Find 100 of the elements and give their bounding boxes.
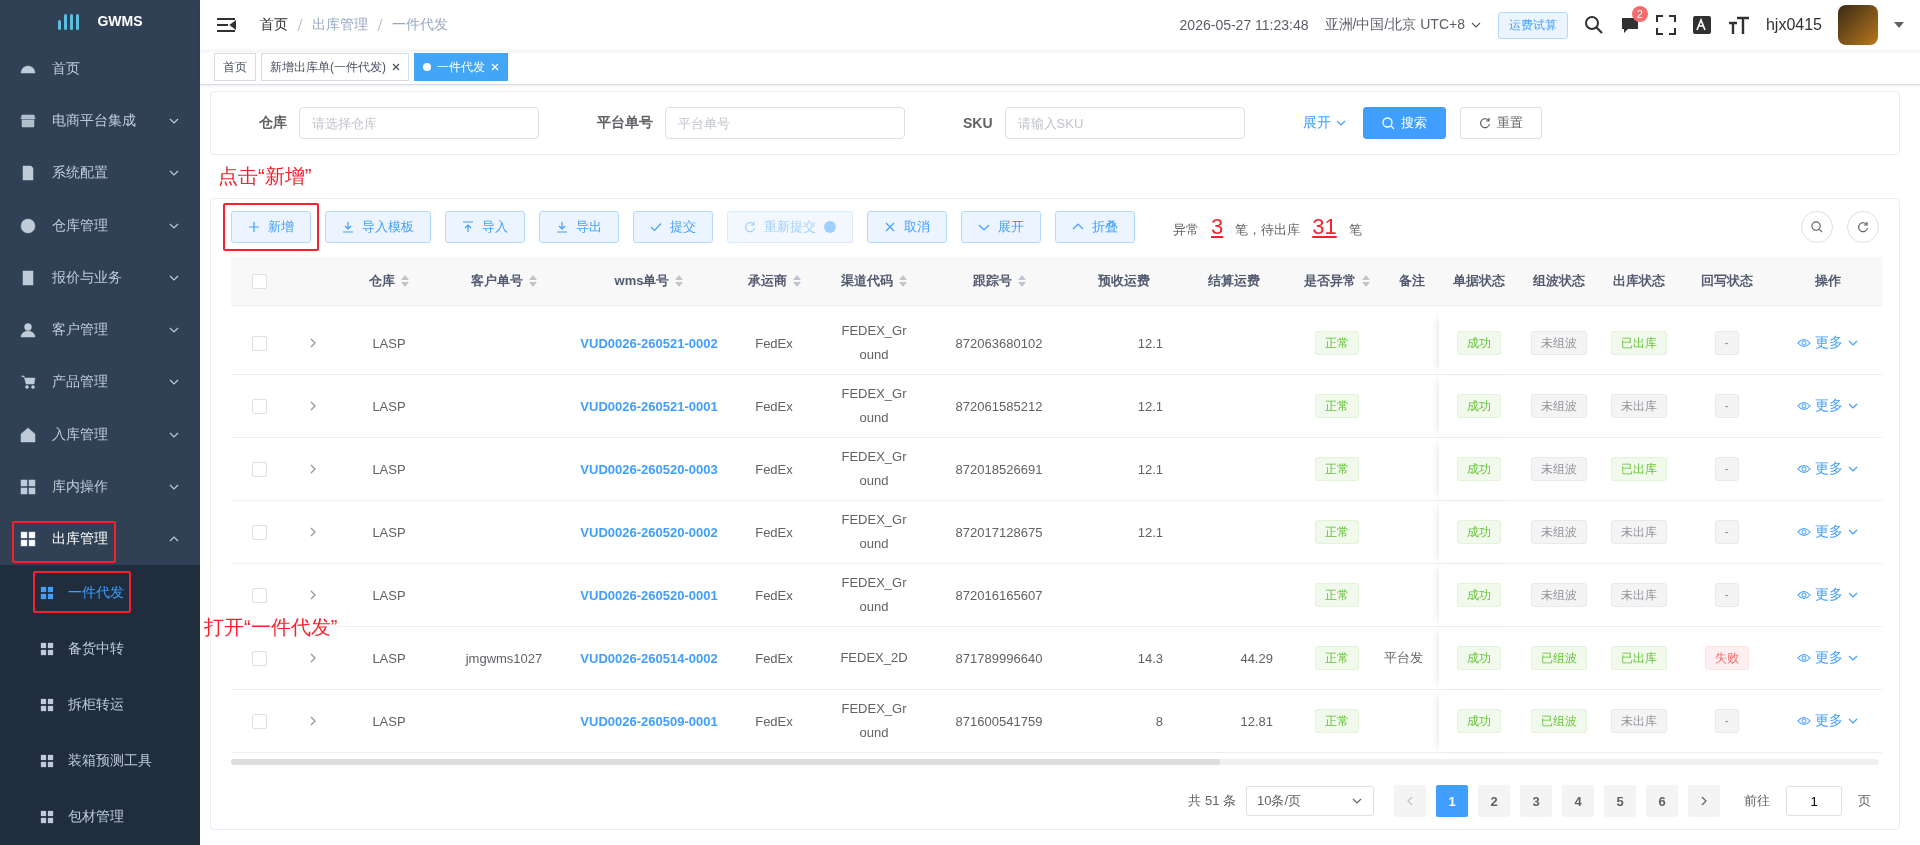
sort-icon[interactable] [1017, 275, 1026, 287]
sidebar-item[interactable]: 库内操作 [0, 460, 200, 513]
page-tab[interactable]: 首页 [214, 53, 256, 81]
more-dropdown[interactable]: 更多 [1797, 523, 1859, 541]
tab-label: 一件代发 [437, 58, 485, 76]
search-input-field[interactable]: 请输入SKU [1004, 107, 1245, 139]
expand-row-icon[interactable] [309, 464, 317, 474]
status-tag: 已组波 [1531, 646, 1587, 670]
submenu-item[interactable]: 拆柜转运 [0, 677, 200, 734]
sidebar-item[interactable]: 出库管理 [0, 512, 200, 566]
page-tab[interactable]: 新增出库单(一件代发) [261, 53, 409, 81]
fullscreen-icon[interactable] [1655, 15, 1676, 35]
sidebar-item[interactable]: 仓库管理 [0, 199, 200, 252]
avatar-photo-placeholder[interactable] [1838, 5, 1878, 45]
search-icon [1381, 116, 1395, 130]
sidebar-item[interactable]: 首页 [0, 42, 200, 96]
row-checkbox[interactable] [251, 524, 267, 540]
caret-icon[interactable] [1894, 22, 1904, 28]
freight-calc-button[interactable]: 运费试算 [1497, 11, 1568, 39]
toolbar-button[interactable]: 展开 [961, 211, 1041, 243]
more-dropdown[interactable]: 更多 [1797, 586, 1859, 604]
username-text[interactable]: hjx0415 [1765, 16, 1822, 34]
sort-icon[interactable] [792, 275, 801, 287]
submenu-item[interactable]: 装箱预测工具 [0, 733, 200, 790]
row-checkbox[interactable] [251, 461, 267, 477]
order-link[interactable]: VUD0026-260520-0003 [580, 461, 718, 477]
expand-row-icon[interactable] [309, 527, 317, 537]
sort-icon[interactable] [1361, 275, 1370, 287]
breadcrumb-separator-icon [297, 18, 303, 32]
translate-icon[interactable] [1691, 15, 1712, 35]
sidebar-item[interactable]: 客户管理 [0, 304, 200, 357]
submenu-item[interactable]: 备货中转 [0, 621, 200, 678]
more-dropdown[interactable]: 更多 [1797, 712, 1859, 730]
close-icon[interactable] [392, 63, 400, 71]
search-icon[interactable] [1583, 15, 1604, 35]
column-header: 操作 [1815, 272, 1841, 290]
toolbar-button[interactable]: 导出 [539, 211, 619, 243]
reset-button[interactable]: 重置 [1459, 107, 1542, 139]
sidebar-item[interactable]: 入库管理 [0, 408, 200, 461]
page-size-select[interactable]: 10条/页 [1246, 786, 1374, 816]
sidebar-item[interactable]: 产品管理 [0, 356, 200, 409]
toolbar-button[interactable]: 取消 [867, 211, 947, 243]
sort-icon[interactable] [899, 275, 907, 287]
table-cell-text: FEDEX_Ground [840, 700, 908, 742]
page-jump-field[interactable]: 1 [1786, 786, 1842, 816]
toolbar-button[interactable]: 提交 [633, 211, 713, 243]
expand-link[interactable]: 展开 [1302, 114, 1347, 132]
table-cell: 871600541759 [955, 713, 1043, 729]
toolbar-button[interactable]: 新增 [231, 211, 311, 243]
submenu-item[interactable]: 包材管理 [0, 789, 200, 845]
order-link[interactable]: VUD0026-260520-0002 [580, 524, 718, 540]
toolbar-button[interactable]: 导入模板 [325, 211, 431, 243]
sort-icon[interactable] [529, 275, 537, 287]
search-button[interactable] [1801, 211, 1833, 243]
more-dropdown[interactable]: 更多 [1797, 649, 1859, 667]
submenu-item[interactable]: 一件代发 [0, 565, 200, 622]
order-link[interactable]: VUD0026-260521-0001 [580, 398, 718, 414]
more-dropdown[interactable]: 更多 [1797, 397, 1859, 415]
order-link[interactable]: VUD0026-260514-0002 [580, 650, 718, 666]
scrollbar-thumb[interactable] [231, 759, 1220, 765]
row-checkbox[interactable] [251, 335, 267, 351]
sort-icon[interactable] [675, 275, 684, 287]
font-size-icon[interactable] [1727, 15, 1750, 35]
page-button[interactable]: 1 [1436, 785, 1468, 817]
search-button[interactable]: 搜索 [1362, 107, 1446, 139]
next-page-button[interactable] [1688, 785, 1720, 817]
expand-row-icon[interactable] [309, 653, 317, 663]
order-link[interactable]: VUD0026-260520-0001 [580, 587, 718, 603]
breadcrumb-item[interactable]: 首页 [260, 16, 288, 34]
sidebar-item[interactable]: 报价与业务 [0, 251, 200, 304]
sidebar-item[interactable]: 电商平台集成 [0, 95, 200, 148]
expand-row-icon[interactable] [309, 401, 317, 411]
search-input-field[interactable]: 请选择仓库 [299, 107, 539, 139]
sidebar-item[interactable]: 系统配置 [0, 147, 200, 200]
page-button[interactable]: 4 [1562, 785, 1594, 817]
status-tag: - [1714, 520, 1739, 544]
row-checkbox[interactable] [251, 713, 267, 729]
expand-row-icon[interactable] [309, 716, 317, 726]
toolbar-button[interactable]: 折叠 [1055, 211, 1135, 243]
order-link[interactable]: VUD0026-260521-0002 [580, 335, 718, 351]
table-cell: 12.1 [1137, 335, 1163, 351]
page-button[interactable]: 3 [1520, 785, 1552, 817]
refresh-button[interactable] [1847, 211, 1879, 243]
row-checkbox[interactable] [251, 398, 267, 414]
expand-row-icon[interactable] [309, 338, 317, 348]
menu-icon[interactable] [216, 17, 236, 33]
row-checkbox[interactable] [251, 650, 267, 666]
row-checkbox[interactable] [251, 587, 267, 603]
search-input-field[interactable]: 平台单号 [665, 107, 905, 139]
order-link[interactable]: VUD0026-260509-0001 [580, 713, 718, 729]
timezone-dropdown[interactable]: 亚洲/中国/北京 UTC+8 [1324, 16, 1482, 34]
expand-row-icon[interactable] [309, 590, 317, 600]
toolbar-button[interactable]: 导入 [445, 211, 525, 243]
more-dropdown[interactable]: 更多 [1797, 460, 1859, 478]
page-button[interactable]: 6 [1646, 785, 1678, 817]
sort-icon[interactable] [401, 275, 409, 287]
page-button[interactable]: 2 [1478, 785, 1510, 817]
more-dropdown[interactable]: 更多 [1797, 334, 1859, 352]
page-button[interactable]: 5 [1604, 785, 1636, 817]
page-tab[interactable]: 一件代发 [414, 53, 508, 81]
